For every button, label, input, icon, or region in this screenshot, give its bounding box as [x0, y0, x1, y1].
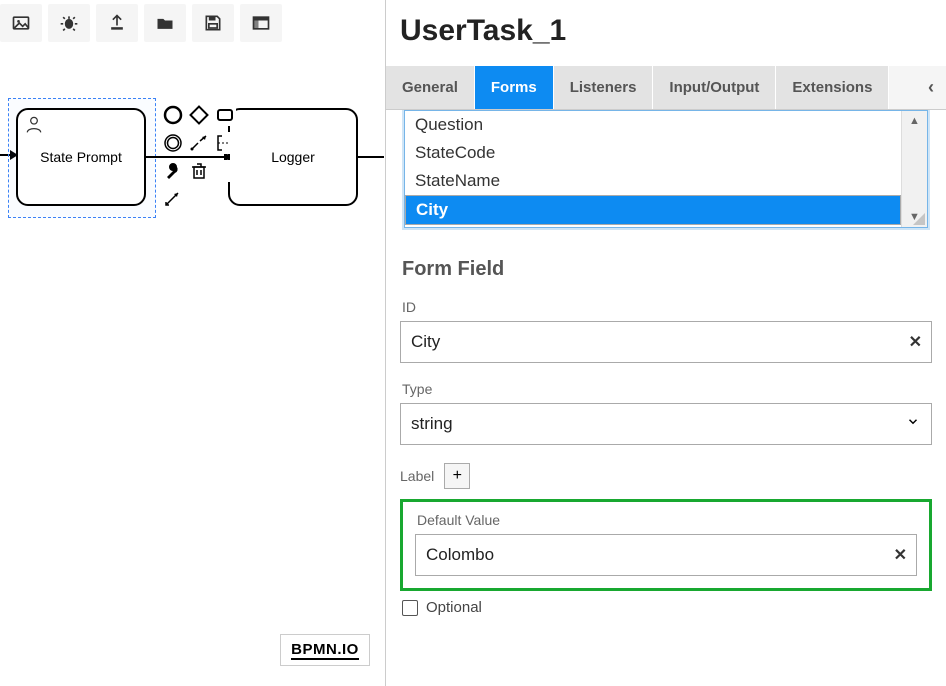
sequence-flow-out	[358, 156, 384, 158]
user-icon	[24, 114, 44, 137]
default-value-highlight: Default Value ✕	[400, 499, 932, 591]
tabs-scroll-left[interactable]: ‹	[916, 66, 946, 109]
properties-panel: UserTask_1 General Forms Listeners Input…	[385, 0, 946, 686]
tab-listeners[interactable]: Listeners	[554, 66, 654, 109]
default-value-input[interactable]	[415, 534, 917, 576]
blank	[214, 160, 236, 182]
optional-checkbox-row[interactable]: Optional	[402, 599, 932, 616]
connect-icon[interactable]	[188, 132, 210, 154]
tab-input-output[interactable]: Input/Output	[653, 66, 776, 109]
scroll-up-icon[interactable]: ▲	[909, 111, 920, 131]
end-event-icon[interactable]	[162, 104, 184, 126]
section-header: Form Field	[402, 258, 932, 281]
wrench-icon[interactable]	[162, 160, 184, 182]
clear-icon[interactable]: ✕	[894, 545, 907, 565]
task-icon[interactable]	[214, 104, 236, 126]
list-scrollbar[interactable]: ▲ ▼	[901, 111, 927, 227]
sequence-arrow-icon[interactable]	[162, 188, 184, 210]
logger-task-node[interactable]: Logger	[228, 108, 358, 206]
field-label-id: ID	[402, 299, 932, 315]
tab-general[interactable]: General	[386, 66, 475, 109]
panel-button[interactable]	[240, 4, 282, 42]
tab-extensions[interactable]: Extensions	[776, 66, 889, 109]
panel-title: UserTask_1	[386, 0, 946, 66]
annotation-icon[interactable]	[214, 132, 236, 154]
list-item-selected[interactable]: City	[405, 195, 901, 225]
list-item[interactable]: StateCode	[405, 139, 901, 167]
list-item[interactable]: Question	[405, 111, 901, 139]
debug-button[interactable]	[48, 4, 90, 42]
upload-button[interactable]	[96, 4, 138, 42]
user-task-label: State Prompt	[40, 149, 122, 165]
field-label-type: Type	[402, 381, 932, 397]
image-button[interactable]	[0, 4, 42, 42]
panel-body: Question StateCode StateName City ▲ ▼ Fo…	[386, 110, 946, 686]
resize-handle-icon[interactable]	[911, 211, 925, 225]
add-label-button[interactable]: +	[444, 463, 470, 489]
chevron-down-icon	[906, 415, 920, 434]
form-fields-listbox[interactable]: Question StateCode StateName City	[405, 111, 901, 225]
open-folder-button[interactable]	[144, 4, 186, 42]
user-task-node[interactable]: State Prompt	[16, 108, 146, 206]
toolbar	[0, 0, 282, 46]
logger-label: Logger	[271, 149, 315, 165]
type-select[interactable]: string	[400, 403, 932, 445]
gateway-icon[interactable]	[188, 104, 210, 126]
save-button[interactable]	[192, 4, 234, 42]
field-label-label: Label	[400, 468, 434, 484]
trash-icon[interactable]	[188, 160, 210, 182]
optional-label: Optional	[426, 599, 482, 616]
list-item[interactable]: StateName	[405, 167, 901, 195]
field-label-default-value: Default Value	[417, 512, 917, 528]
intermediate-event-icon[interactable]	[162, 132, 184, 154]
tab-forms[interactable]: Forms	[475, 66, 554, 109]
panel-tabs: General Forms Listeners Input/Output Ext…	[386, 66, 946, 110]
bpmn-io-logo[interactable]: BPMN.IO	[280, 634, 370, 666]
clear-icon[interactable]: ✕	[909, 332, 922, 352]
id-input[interactable]	[400, 321, 932, 363]
form-fields-list: Question StateCode StateName City ▲ ▼	[404, 110, 928, 228]
context-palette	[162, 104, 236, 212]
bpmn-canvas[interactable]: State Prompt Logger BPMN.IO	[0, 90, 385, 680]
optional-checkbox[interactable]	[402, 600, 418, 616]
